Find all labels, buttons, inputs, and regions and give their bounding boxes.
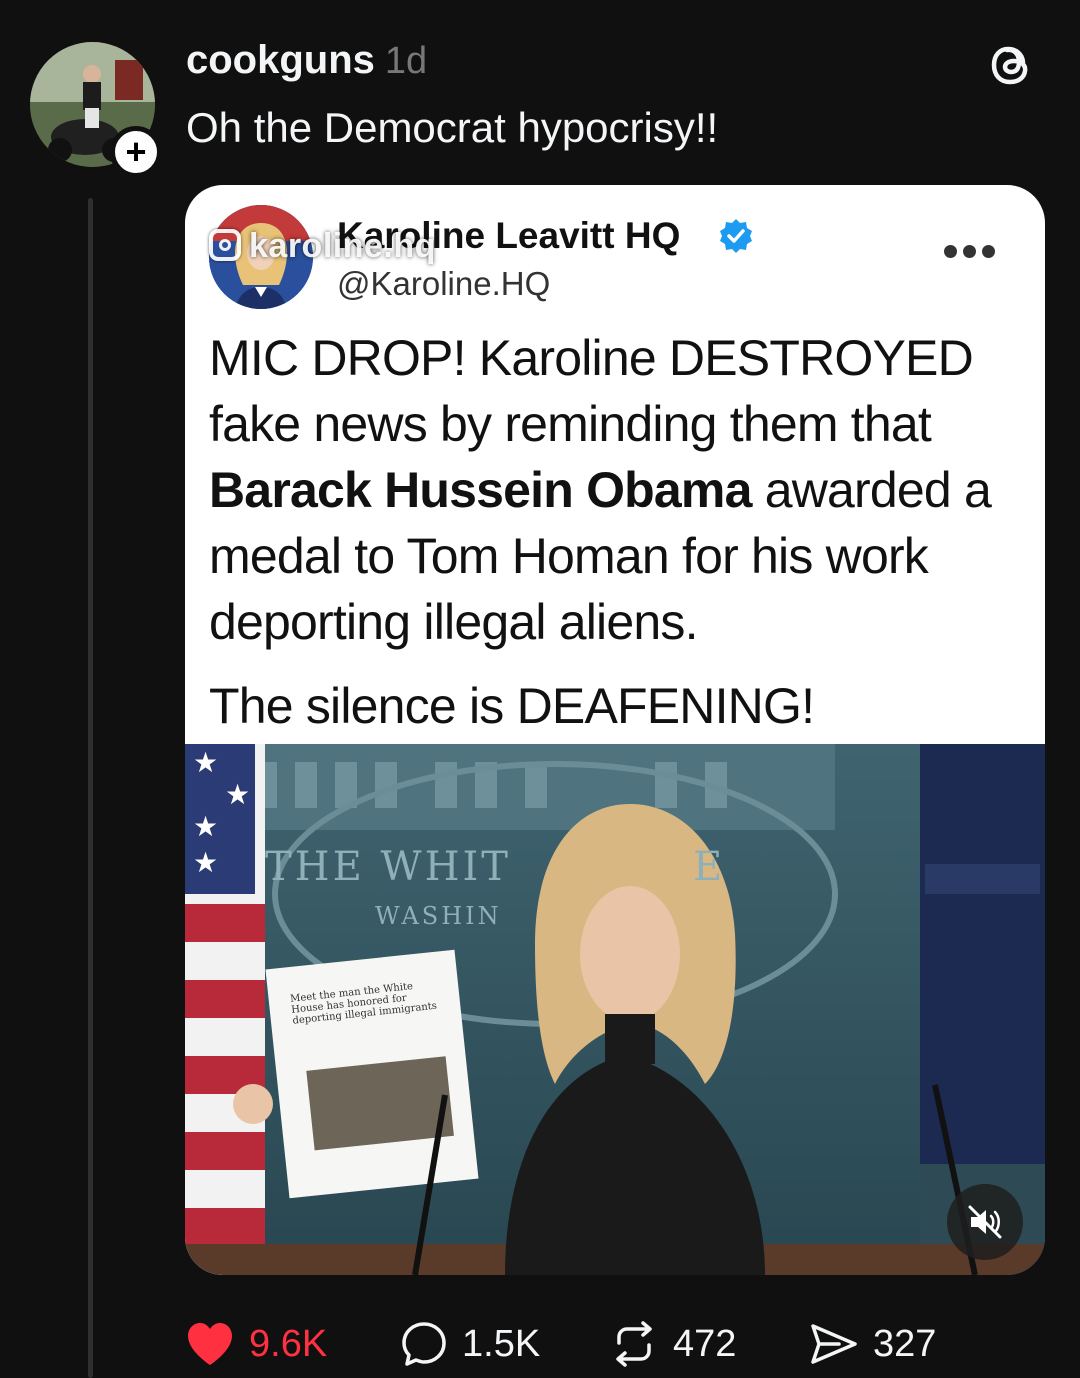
follow-plus-icon[interactable]: + xyxy=(110,126,162,178)
username[interactable]: cookguns xyxy=(186,38,375,82)
mute-button[interactable] xyxy=(947,1184,1023,1260)
share-button[interactable]: 327 xyxy=(809,1312,936,1376)
watermark-text: karoline.hq xyxy=(249,227,436,265)
action-bar: 9.6K 1.5K 472 327 xyxy=(185,1312,1045,1376)
heart-icon xyxy=(188,1323,232,1365)
comment-icon xyxy=(402,1322,446,1366)
threads-logo-icon[interactable] xyxy=(986,38,1036,92)
svg-text:★: ★ xyxy=(193,846,218,879)
more-options-icon[interactable] xyxy=(944,245,995,258)
share-count: 327 xyxy=(873,1322,937,1365)
svg-text:★: ★ xyxy=(225,778,250,811)
like-button[interactable]: 9.6K xyxy=(185,1312,327,1376)
post-header: cookguns 1d xyxy=(186,38,427,83)
post-time: 1d xyxy=(384,40,428,82)
embedded-text-bold: Barack Hussein Obama xyxy=(209,462,752,518)
repost-icon xyxy=(616,1321,652,1367)
post-caption: Oh the Democrat hypocrisy!! xyxy=(186,104,719,151)
repost-count: 472 xyxy=(673,1322,737,1365)
reply-button[interactable]: 1.5K xyxy=(400,1312,540,1376)
reply-count: 1.5K xyxy=(462,1322,541,1365)
instagram-watermark: karoline.hq xyxy=(209,227,436,266)
thread-line xyxy=(88,198,93,1378)
muted-speaker-icon xyxy=(968,1205,1002,1239)
embedded-text-part1: MIC DROP! Karoline DESTROYED fake news b… xyxy=(209,330,974,452)
send-icon xyxy=(811,1324,857,1364)
like-count: 9.6K xyxy=(249,1322,328,1365)
embedded-handle: @Karoline.HQ xyxy=(337,265,551,302)
verified-badge-icon xyxy=(720,219,752,253)
backdrop-sign-2: E xyxy=(693,844,723,890)
backdrop-subtitle: WASHIN xyxy=(375,902,502,930)
instagram-icon xyxy=(209,229,241,261)
video-player[interactable]: ★ ★ ★ ★ THE WHIT E WASHIN Meet the man the … xyxy=(185,744,1045,1275)
embedded-post-header: Karoline Leavitt HQ @Karoline.HQ karolin… xyxy=(209,205,1021,315)
svg-text:★: ★ xyxy=(193,810,218,843)
embedded-post-text: MIC DROP! Karoline DESTROYED fake news b… xyxy=(209,325,1029,655)
embedded-post-text-line2: The silence is DEAFENING! xyxy=(209,678,815,734)
repost-button[interactable]: 472 xyxy=(609,1312,736,1376)
backdrop-sign: THE WHIT xyxy=(265,844,511,890)
embedded-post-card[interactable]: Karoline Leavitt HQ @Karoline.HQ karolin… xyxy=(185,185,1045,1275)
svg-text:★: ★ xyxy=(193,746,218,779)
